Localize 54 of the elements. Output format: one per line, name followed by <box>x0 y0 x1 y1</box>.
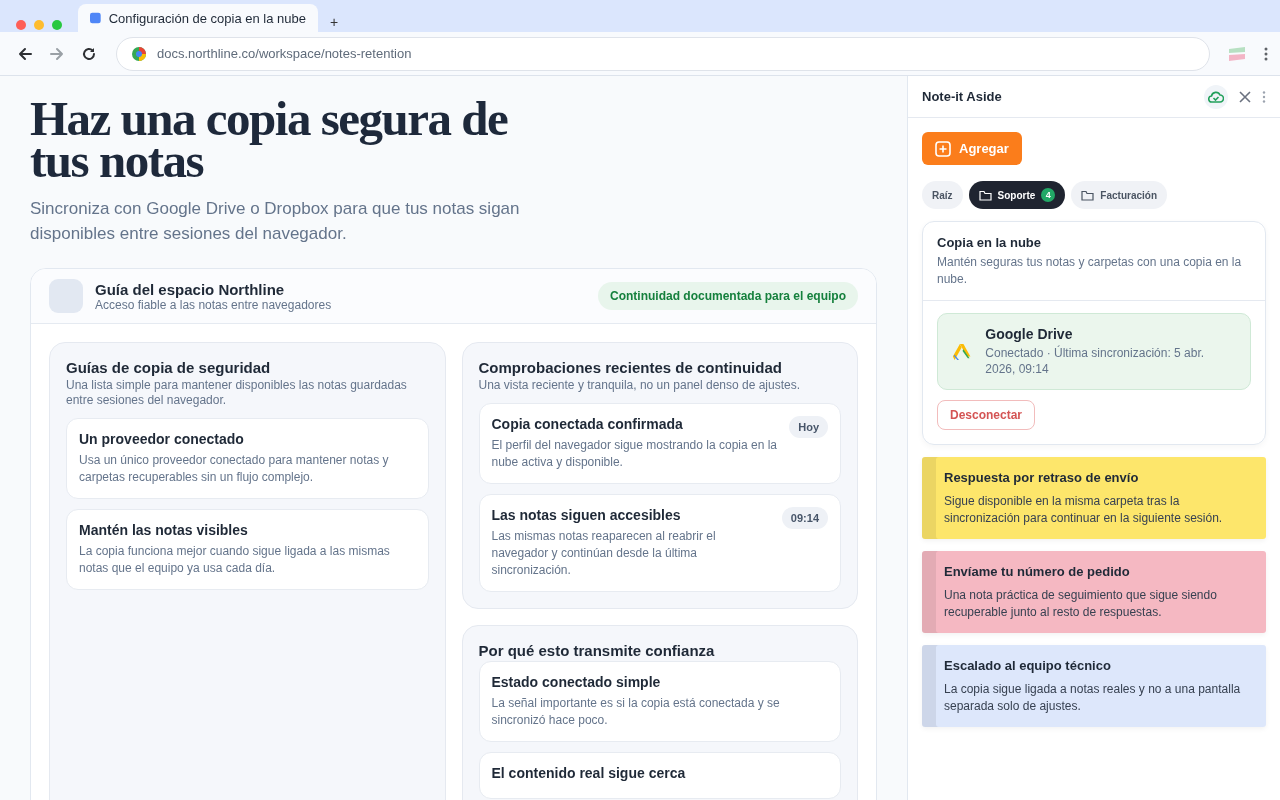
item-title: El contenido real sigue cerca <box>491 765 687 781</box>
folder-icon <box>1081 189 1095 201</box>
section-subtitle: Una lista simple para mantener disponibles las notas guardadas entre sesiones del navegador. <box>66 378 408 408</box>
extension-icon <box>1228 46 1246 61</box>
status-badge: Continuidad documentada para el equipo <box>598 282 858 310</box>
section-subtitle: Una vista reciente y tranquila, no un panel denso de ajustes. <box>478 378 802 393</box>
address-bar[interactable]: docs.northline.co/workspace/notes-retention <box>116 36 1210 71</box>
note-title: Envíame tu número de pedido <box>944 564 1131 579</box>
folder-icon <box>978 189 992 201</box>
folder-tab[interactable]: Facturación <box>1071 181 1168 209</box>
plus-icon <box>935 140 951 157</box>
item-title: Copia conectada confirmada <box>491 416 684 432</box>
item-text: Las mismas notas reaparecen al reabrir el navegador y continúan desde la última sincronización. <box>491 528 717 579</box>
note-card[interactable]: Envíame tu número de pedido Una nota práctica de seguimiento que sigue siendo recuperable junto al resto de respuestas. <box>922 551 1266 633</box>
folder-tab[interactable]: Raíz <box>922 181 963 209</box>
time-tag: Hoy <box>789 416 828 438</box>
folder-tab[interactable]: Soporte 4 <box>968 181 1066 209</box>
page-title: Haz una copia segura de tus notas <box>30 98 509 182</box>
item-text: La señal importante es si la copia está conectada y se sincronizó hace poco. <box>491 695 781 729</box>
note-text: Una nota práctica de seguimiento que sigue siendo recuperable junto al resto de respuestas. <box>944 587 1218 621</box>
note-title: Escalado al equipo técnico <box>944 658 1112 673</box>
item-title: Las notas siguen accesibles <box>491 507 682 523</box>
section-title: Guías de copia de seguridad <box>66 359 272 376</box>
note-card[interactable]: Respuesta por retraso de envío Sigue disponible en la misma carpeta tras la sincronización para continuar en la siguiente sesión. <box>922 457 1266 539</box>
item-title: Un proveedor conectado <box>79 431 245 447</box>
close-button[interactable] <box>1238 89 1252 104</box>
site-icon <box>131 45 147 62</box>
more-icon <box>1262 90 1266 103</box>
time-tag: 09:14 <box>781 507 828 529</box>
logo-placeholder <box>49 279 83 313</box>
page-subtitle: Sincroniza con Google Drive o Dropbox para que tus notas sigan disponibles entre sesiones del navegador. <box>30 198 521 245</box>
page-icon <box>90 11 101 25</box>
note-card[interactable]: Escalado al equipo técnico La copia sigue ligada a notas reales y no a una pantalla separada solo de ajustes. <box>922 645 1266 727</box>
panel-title: Note-it Aside <box>922 89 1003 104</box>
guide-subtitle: Acceso fiable a las notas entre navegadores <box>95 297 333 312</box>
item-text: El perfil del navegador sigue mostrando la copia en la nube activa y disponible. <box>491 437 778 471</box>
disconnect-button[interactable]: Desconectar <box>937 400 1036 430</box>
section-title: Por qué esto transmite confianza <box>478 642 716 659</box>
item-text: La copia funciona mejor cuando sigue ligada a las mismas notas que el equipo ya usa cada día. <box>79 543 391 577</box>
backup-text: Mantén seguras tus notas y carpetas con una copia en la nube. <box>937 254 1243 288</box>
section-title: Comprobaciones recientes de continuidad <box>478 359 783 376</box>
item-title: Estado conectado simple <box>491 674 662 690</box>
new-tab-button[interactable]: + <box>330 14 339 30</box>
item-text: Usa un único proveedor conectado para mantener notas y carpetas recuperables sin un flujo complejo. <box>79 452 390 486</box>
note-text: La copia sigue ligada a notas reales y no a una pantalla separada solo de ajustes. <box>944 681 1242 715</box>
guide-title: Guía del espacio Northline <box>95 280 286 298</box>
note-text: Sigue disponible en la misma carpeta tras la sincronización para continuar en la siguiente sesión. <box>944 493 1224 527</box>
more-icon <box>1264 46 1268 61</box>
browser-tab[interactable]: Configuración de copia en la nube <box>78 4 318 32</box>
provider-name: Google Drive <box>985 326 1074 342</box>
item-title: Mantén las notas visibles <box>79 522 249 538</box>
note-title: Respuesta por retraso de envío <box>944 470 1140 485</box>
provider-status: Conectado · Última sincronización: 5 abr. 2026, 09:14 <box>985 345 1206 377</box>
backup-title: Copia en la nube <box>937 235 1042 250</box>
